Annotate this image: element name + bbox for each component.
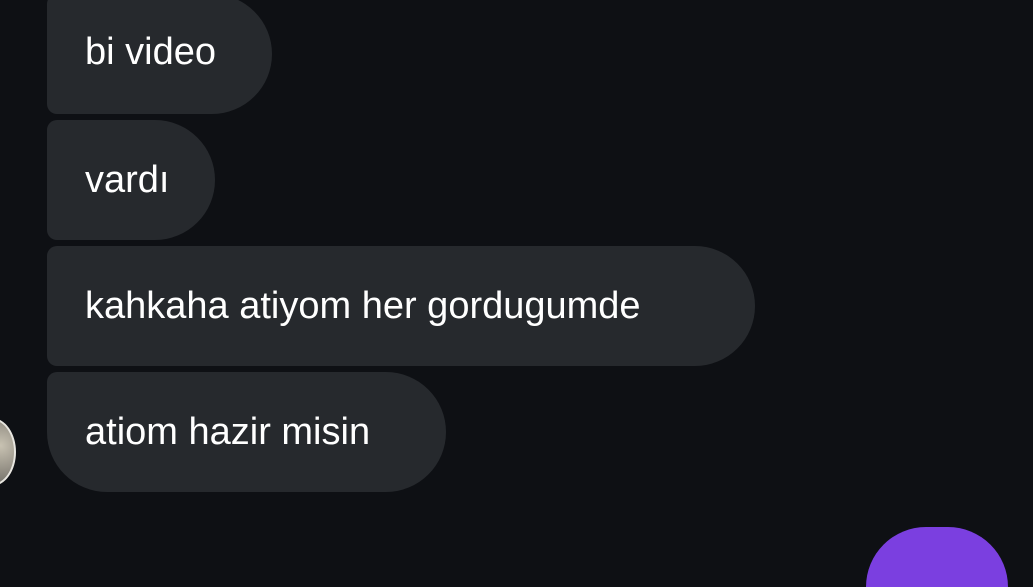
outgoing-message-bubble[interactable] xyxy=(866,527,1008,587)
incoming-message[interactable]: atiom hazir misin xyxy=(47,372,446,492)
incoming-message[interactable]: vardı xyxy=(47,120,215,240)
sender-avatar[interactable] xyxy=(0,418,16,486)
incoming-message[interactable]: bi video xyxy=(47,0,272,114)
incoming-message[interactable]: kahkaha atiyom her gordugumde xyxy=(47,246,755,366)
